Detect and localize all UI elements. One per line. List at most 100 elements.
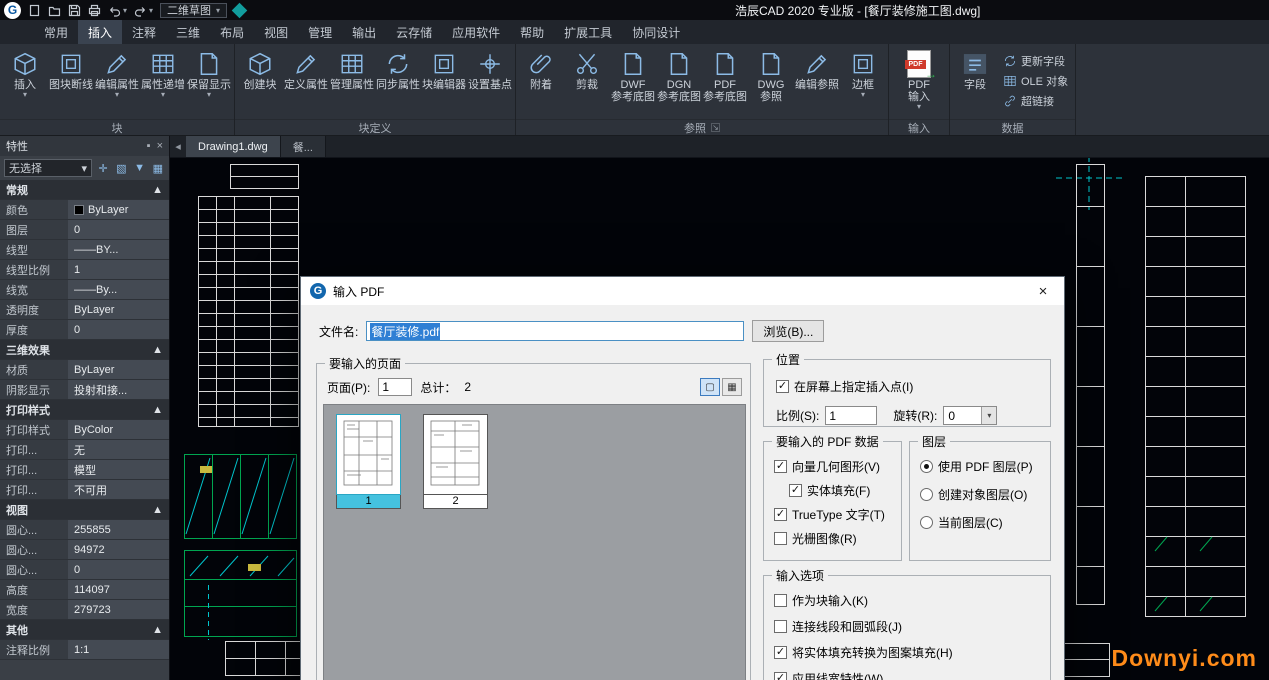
style-manager-icon[interactable] (232, 2, 248, 18)
property-row-center-x[interactable]: 圆心...255855 (0, 520, 169, 540)
app-logo-icon[interactable]: G (4, 2, 21, 19)
property-row-lineweight[interactable]: 线宽——By... (0, 280, 169, 300)
document-tab-drawing1[interactable]: Drawing1.dwg (186, 136, 281, 157)
toggle-pickadd-icon[interactable]: ✛ (96, 160, 110, 177)
block-editor-button[interactable]: 块编辑器 (421, 46, 467, 91)
grid-view-toggle[interactable]: ▦ (722, 378, 742, 396)
property-row-layer[interactable]: 图层0 (0, 220, 169, 240)
tab-3d[interactable]: 三维 (166, 20, 210, 44)
property-row-center-y[interactable]: 圆心...94972 (0, 540, 169, 560)
redo-button[interactable]: ▾ (134, 4, 153, 17)
truetype-text-checkbox[interactable]: ✓ TrueType 文字(T) (774, 506, 885, 523)
section-general[interactable]: 常规▲ (0, 180, 169, 200)
dgn-underlay-button[interactable]: DGN 参考底图 (656, 46, 702, 103)
tab-insert[interactable]: 插入 (78, 20, 122, 44)
frame-button[interactable]: 边框 ▾ (840, 46, 886, 99)
property-row-shadow-display[interactable]: 阴影显示投射和接... (0, 380, 169, 400)
property-row-center-z[interactable]: 圆心...0 (0, 560, 169, 580)
manage-attributes-button[interactable]: 管理属性 (329, 46, 375, 91)
ole-object-button[interactable]: OLE 对象 (998, 71, 1073, 90)
update-field-button[interactable]: 更新字段 (998, 51, 1073, 70)
dwf-underlay-button[interactable]: DWF 参考底图 (610, 46, 656, 103)
workspace-switcher[interactable]: 二维草图 ▾ (160, 3, 227, 18)
sync-attributes-button[interactable]: 同步属性 (375, 46, 421, 91)
hyperlink-button[interactable]: 超链接 (998, 91, 1073, 110)
property-row-linetype-scale[interactable]: 线型比例1 (0, 260, 169, 280)
pdf-page-thumbnail-2[interactable]: 2 (423, 414, 488, 509)
dialog-close-button[interactable]: × (1031, 283, 1055, 300)
dropdown-icon[interactable]: ▾ (981, 407, 996, 424)
pdf-page-thumbnail-1[interactable]: 1 (336, 414, 401, 509)
property-row-plot-space[interactable]: 打印...模型 (0, 460, 169, 480)
create-object-layers-radio[interactable]: 创建对象图层(O) (920, 486, 1033, 503)
block-breakline-button[interactable]: 图块断线 (48, 46, 94, 91)
new-file-icon[interactable] (28, 4, 41, 17)
edit-attributes-button[interactable]: 编辑属性 ▾ (94, 46, 140, 99)
property-row-width[interactable]: 宽度279723 (0, 600, 169, 620)
tab-layout[interactable]: 布局 (210, 20, 254, 44)
tab-common[interactable]: 常用 (34, 20, 78, 44)
rotation-dropdown[interactable]: 0 ▾ (943, 406, 997, 425)
clip-button[interactable]: 剪裁 (564, 46, 610, 91)
specify-insertion-point-checkbox[interactable]: ✓ 在屏幕上指定插入点(I) (776, 378, 913, 395)
property-row-linetype[interactable]: 线型——BY... (0, 240, 169, 260)
dialog-launcher-icon[interactable]: ↘ (711, 123, 720, 132)
tab-cloud[interactable]: 云存储 (386, 20, 442, 44)
create-block-button[interactable]: 创建块 (237, 46, 283, 91)
use-pdf-layers-radio[interactable]: 使用 PDF 图层(P) (920, 458, 1033, 475)
property-row-height[interactable]: 高度114097 (0, 580, 169, 600)
dwg-reference-button[interactable]: DWG 参照 (748, 46, 794, 103)
scale-input[interactable]: 1 (825, 406, 877, 425)
pdf-underlay-button[interactable]: PDF 参考底图 (702, 46, 748, 103)
select-objects-icon[interactable]: ▧ (114, 160, 128, 177)
property-row-annotation-scale[interactable]: 注释比例1:1 (0, 640, 169, 660)
tab-scroll-left-icon[interactable]: ◂ (170, 136, 186, 157)
property-row-transparency[interactable]: 透明度ByLayer (0, 300, 169, 320)
retain-display-button[interactable]: 保留显示 ▾ (186, 46, 232, 99)
section-plot-style[interactable]: 打印样式▲ (0, 400, 169, 420)
tab-collaboration[interactable]: 协同设计 (622, 20, 690, 44)
tab-manage[interactable]: 管理 (298, 20, 342, 44)
browse-button[interactable]: 浏览(B)... (752, 320, 824, 342)
property-row-material[interactable]: 材质ByLayer (0, 360, 169, 380)
property-row-plot-avail[interactable]: 打印...不可用 (0, 480, 169, 500)
selection-dropdown[interactable]: 无选择 ▾ (4, 159, 92, 177)
pdf-import-button[interactable]: PDF → PDF 输入 ▾ (891, 46, 947, 111)
attach-button[interactable]: 附着 (518, 46, 564, 91)
raster-image-checkbox[interactable]: ✓ 光栅图像(R) (774, 530, 885, 547)
filename-input[interactable]: 餐厅装修.pdf (366, 321, 744, 341)
edit-reference-button[interactable]: 编辑参照 (794, 46, 840, 91)
join-segments-checkbox[interactable]: ✓ 连接线段和圆弧段(J) (774, 618, 953, 635)
section-3d-effects[interactable]: 三维效果▲ (0, 340, 169, 360)
undo-caret-icon[interactable]: ▾ (123, 6, 127, 15)
insert-block-button[interactable]: 插入 ▾ (2, 46, 48, 99)
vector-geometry-checkbox[interactable]: ✓ 向量几何图形(V) (774, 458, 885, 475)
apply-lineweight-checkbox[interactable]: ✓ 应用线宽特性(W) (774, 670, 953, 680)
page-number-input[interactable]: 1 (378, 378, 412, 396)
import-as-block-checkbox[interactable]: ✓ 作为块输入(K) (774, 592, 953, 609)
set-base-point-button[interactable]: 设置基点 (467, 46, 513, 91)
tab-express-tools[interactable]: 扩展工具 (554, 20, 622, 44)
tab-apps[interactable]: 应用软件 (442, 20, 510, 44)
section-view[interactable]: 视图▲ (0, 500, 169, 520)
quick-select-icon[interactable]: ▼ (133, 160, 147, 177)
print-icon[interactable] (88, 4, 101, 17)
field-button[interactable]: 字段 (952, 46, 998, 91)
tab-help[interactable]: 帮助 (510, 20, 554, 44)
property-row-plot-style[interactable]: 打印样式ByColor (0, 420, 169, 440)
redo-caret-icon[interactable]: ▾ (149, 6, 153, 15)
pin-icon[interactable]: ▪ (147, 140, 151, 152)
undo-button[interactable]: ▾ (108, 4, 127, 17)
convert-solid-fill-checkbox[interactable]: ✓ 将实体填充转换为图案填充(H) (774, 644, 953, 661)
define-attributes-button[interactable]: 定义属性 (283, 46, 329, 91)
section-misc[interactable]: 其他▲ (0, 620, 169, 640)
open-file-icon[interactable] (48, 4, 61, 17)
tab-view[interactable]: 视图 (254, 20, 298, 44)
single-view-toggle[interactable]: ▢ (700, 378, 720, 396)
document-tab-restaurant[interactable]: 餐... (281, 136, 326, 157)
panel-close-icon[interactable]: × (157, 140, 163, 152)
tab-output[interactable]: 输出 (342, 20, 386, 44)
property-row-thickness[interactable]: 厚度0 (0, 320, 169, 340)
save-icon[interactable] (68, 4, 81, 17)
current-layer-radio[interactable]: 当前图层(C) (920, 514, 1033, 531)
